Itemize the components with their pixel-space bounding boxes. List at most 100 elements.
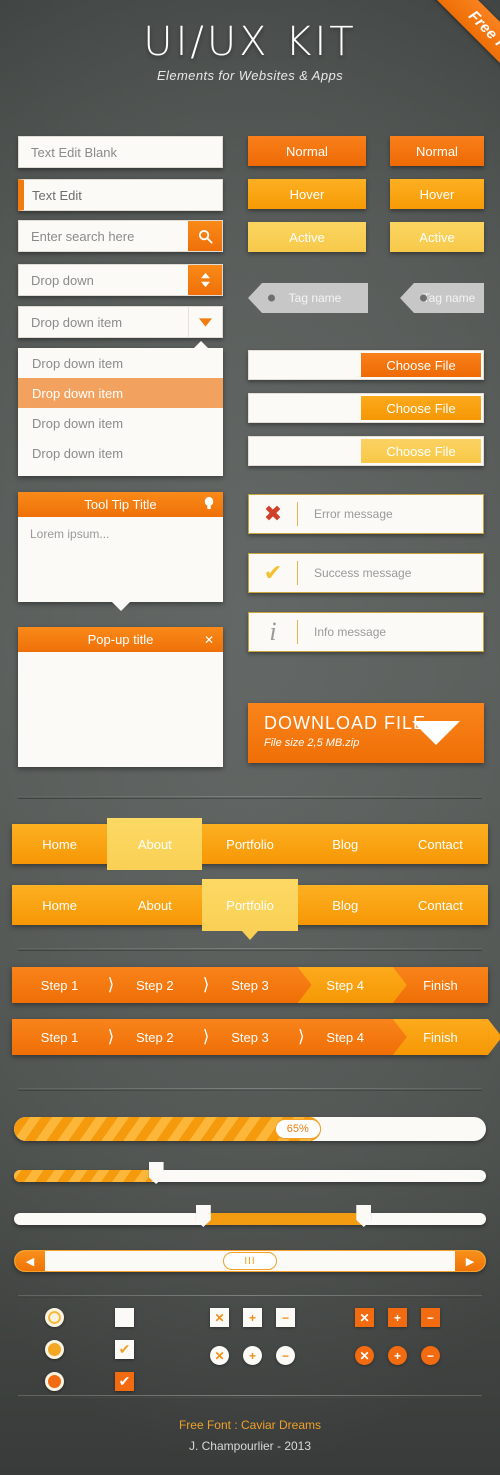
button-label: Active [419, 229, 455, 245]
minus-square-icon[interactable]: − [421, 1308, 440, 1327]
arrow-right-icon[interactable]: ▶ [455, 1251, 485, 1271]
slider-single[interactable] [14, 1162, 486, 1184]
radio-hover[interactable] [45, 1340, 64, 1359]
file-input-row[interactable]: Choose File [248, 393, 484, 423]
nav-item-contact[interactable]: Contact [393, 885, 488, 925]
slider-range[interactable] [14, 1205, 486, 1227]
minus-square-icon[interactable]: − [276, 1308, 295, 1327]
button-hover[interactable]: Hover [248, 179, 366, 209]
list-item[interactable]: Drop down item [18, 378, 223, 408]
close-circle-icon[interactable]: ✕ [355, 1346, 374, 1365]
footer-font-credit: Free Font : Caviar Dreams [178, 1418, 322, 1432]
step-item[interactable]: Step 1 ⟩ [12, 967, 114, 1003]
close-square-icon[interactable]: ✕ [210, 1308, 229, 1327]
cross-icon: ✖ [263, 501, 283, 526]
nav-item-home[interactable]: Home [12, 824, 107, 864]
step-item-active[interactable]: Step 4 [297, 967, 393, 1003]
chevron-down-icon[interactable] [188, 307, 222, 337]
nav-item-portfolio[interactable]: Portfolio [202, 879, 298, 940]
success-message-text: Success message [314, 566, 412, 580]
dropdown-list: Drop down item Drop down item Drop down … [18, 341, 223, 476]
nav-item-about[interactable]: About [107, 818, 203, 870]
step-item[interactable]: Step 2 ⟩ [107, 967, 209, 1003]
checkbox-empty[interactable] [115, 1308, 134, 1327]
scrollbar-grip[interactable]: III [223, 1252, 277, 1270]
scrollbar[interactable]: ◀ ▶ III [14, 1250, 486, 1272]
plus-circle-icon[interactable]: + [243, 1346, 262, 1365]
step-label: Step 4 [326, 977, 364, 993]
section-divider [18, 948, 482, 951]
list-item[interactable]: Drop down item [18, 438, 223, 468]
chevron-right-icon: ⟩ [107, 1027, 115, 1046]
step-item[interactable]: Step 2 ⟩ [107, 1019, 209, 1055]
list-item[interactable]: Drop down item [18, 348, 223, 378]
nav-label: About [137, 836, 172, 852]
tag-chip[interactable]: Tag name [400, 283, 484, 313]
info-icon: i [269, 617, 277, 646]
button-active[interactable]: Active [390, 222, 484, 252]
arrow-left-icon[interactable]: ◀ [15, 1251, 45, 1271]
nav-item-blog[interactable]: Blog [298, 824, 393, 864]
nav-item-portfolio[interactable]: Portfolio [202, 824, 297, 864]
tag-chip[interactable]: Tag name [248, 283, 368, 313]
button-active[interactable]: Active [248, 222, 366, 252]
close-icon[interactable]: ✕ [204, 633, 214, 647]
text-edit-input[interactable]: Text Edit [18, 179, 223, 211]
plus-square-icon[interactable]: + [243, 1308, 262, 1327]
tag-label: Tag name [422, 291, 476, 305]
file-input-row[interactable]: Choose File [248, 350, 484, 380]
close-square-icon[interactable]: ✕ [355, 1308, 374, 1327]
icon-glyph: − [281, 1348, 289, 1363]
nav-item-blog[interactable]: Blog [298, 885, 393, 925]
step-item[interactable]: Step 4 [298, 1019, 393, 1055]
list-item-label: Drop down item [32, 355, 124, 371]
search-input[interactable]: Enter search here [18, 220, 223, 252]
nav-item-about[interactable]: About [107, 885, 202, 925]
section-divider [18, 1395, 482, 1398]
icon-glyph: ✕ [359, 1348, 370, 1363]
checkbox-checked[interactable]: ✔ [115, 1340, 134, 1359]
slider-range-fill [202, 1213, 364, 1225]
section-divider [18, 1088, 482, 1091]
step-item-finish[interactable]: Finish [393, 967, 488, 1003]
nav-label: Blog [332, 897, 359, 913]
choose-file-button[interactable]: Choose File [361, 353, 481, 377]
tooltip-header: Tool Tip Title [18, 492, 223, 517]
text-edit-blank-input[interactable]: Text Edit Blank [18, 136, 223, 168]
nav-item-contact[interactable]: Contact [393, 824, 488, 864]
minus-circle-icon[interactable]: − [276, 1346, 295, 1365]
radio-empty[interactable] [45, 1308, 64, 1327]
dropdown-item-select[interactable]: Drop down item [18, 306, 223, 338]
choose-file-button[interactable]: Choose File [361, 396, 481, 420]
file-input-row[interactable]: Choose File [248, 436, 484, 466]
choose-file-label: Choose File [386, 400, 456, 416]
checkbox-checked-filled[interactable]: ✔ [115, 1372, 134, 1391]
step-item[interactable]: Step 3 [202, 967, 297, 1003]
download-file-button[interactable]: DOWNLOAD FILE File size 2,5 MB.zip [248, 703, 484, 763]
nav-label: Home [42, 897, 77, 913]
minus-circle-icon[interactable]: − [421, 1346, 440, 1365]
button-normal[interactable]: Normal [390, 136, 484, 166]
updown-arrows-icon[interactable] [188, 265, 222, 295]
nav-label: Portfolio [226, 836, 274, 852]
choose-file-button[interactable]: Choose File [361, 439, 481, 463]
nav-item-home[interactable]: Home [12, 885, 107, 925]
step-item[interactable]: Step 1 ⟩ [12, 1019, 114, 1055]
step-item[interactable]: Step 3 ⟩ [202, 1019, 304, 1055]
plus-circle-icon[interactable]: + [388, 1346, 407, 1365]
close-circle-icon[interactable]: ✕ [210, 1346, 229, 1365]
tag-dot-icon [420, 294, 427, 302]
list-item[interactable]: Drop down item [18, 408, 223, 438]
button-hover[interactable]: Hover [390, 179, 484, 209]
page-header: UI/UX KIT Elements for Websites & Apps [0, 22, 500, 83]
radio-selected[interactable] [45, 1372, 64, 1391]
step-item-finish-active[interactable]: Finish [392, 1019, 489, 1055]
icon-glyph: − [426, 1310, 434, 1325]
plus-square-icon[interactable]: + [388, 1308, 407, 1327]
search-icon[interactable] [188, 221, 222, 251]
search-placeholder: Enter search here [31, 228, 135, 244]
dropdown-spinner[interactable]: Drop down [18, 264, 223, 296]
step-label: Step 1 [40, 977, 79, 993]
progress-fill [14, 1117, 321, 1141]
button-normal[interactable]: Normal [248, 136, 366, 166]
